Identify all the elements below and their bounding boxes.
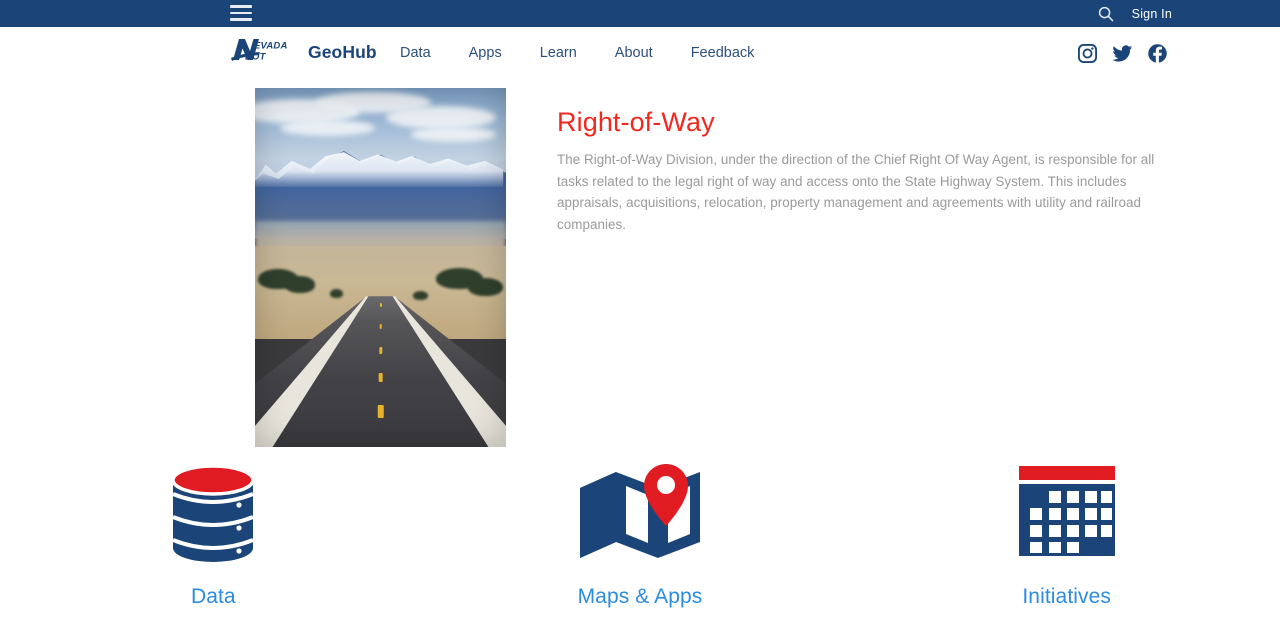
hamburger-bar [230, 18, 252, 21]
social-links-group [1077, 27, 1280, 79]
tile-maps-apps[interactable]: Maps & Apps [427, 459, 854, 609]
nevada-dot-logo-icon[interactable]: EVADA DOT [230, 36, 294, 69]
top-bar-right-group: Sign In [1096, 0, 1280, 27]
tile-label-initiatives: Initiatives [1022, 585, 1111, 608]
facebook-icon[interactable] [1147, 43, 1168, 64]
tile-data[interactable]: Data [0, 459, 427, 609]
nav-item-feedback[interactable]: Feedback [672, 45, 774, 61]
nav-item-about[interactable]: About [596, 45, 672, 61]
nav-item-apps[interactable]: Apps [450, 45, 521, 61]
svg-text:EVADA: EVADA [254, 41, 288, 52]
hamburger-menu-icon[interactable] [230, 3, 252, 23]
main-navigation-bar: EVADA DOT GeoHub Data Apps Learn About F… [0, 27, 1280, 79]
page-title: Right-of-Way [557, 107, 715, 137]
nav-item-data[interactable]: Data [381, 45, 450, 61]
search-icon[interactable] [1096, 4, 1116, 24]
nav-links: Data Apps Learn About Feedback [381, 27, 773, 79]
brand-block[interactable]: EVADA DOT GeoHub [230, 36, 377, 69]
tile-label-maps-apps: Maps & Apps [577, 585, 703, 608]
svg-text:DOT: DOT [245, 52, 267, 63]
page-description: The Right-of-Way Division, under the dir… [557, 152, 1155, 232]
hero-image [255, 88, 506, 447]
hero-vignette [255, 88, 506, 447]
brand-name[interactable]: GeoHub [308, 42, 377, 63]
hamburger-bar [230, 11, 252, 15]
quick-links-tiles: Data Maps & Apps Initiatives [0, 459, 1280, 609]
instagram-icon[interactable] [1077, 43, 1098, 64]
tile-label-data: Data [190, 585, 236, 608]
hamburger-bar [230, 5, 252, 8]
tile-initiatives[interactable]: Initiatives [853, 459, 1280, 609]
map-pin-icon [576, 459, 704, 569]
database-icon [169, 459, 257, 569]
twitter-icon[interactable] [1112, 43, 1133, 64]
nav-item-learn[interactable]: Learn [521, 45, 596, 61]
sign-in-link[interactable]: Sign In [1132, 7, 1172, 21]
top-utility-bar: Sign In [0, 0, 1280, 27]
calendar-icon [1015, 459, 1119, 569]
